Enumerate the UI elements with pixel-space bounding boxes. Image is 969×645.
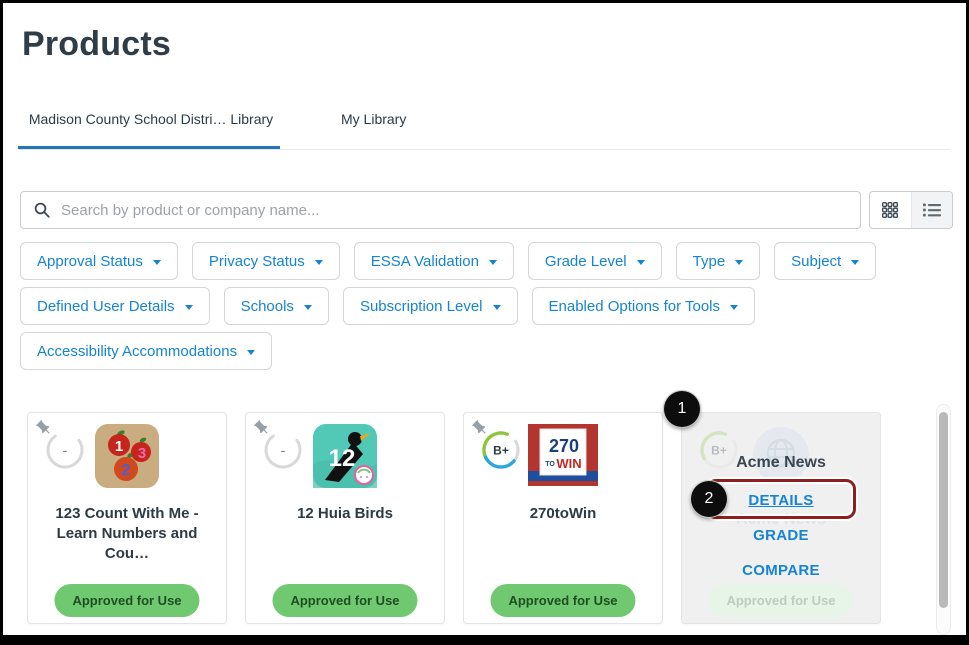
chevron-down-icon: [730, 304, 739, 310]
filter-subject[interactable]: Subject: [774, 242, 877, 280]
product-card-123-count[interactable]: - 1 3 2 123 Count With Me - Learn Number…: [27, 412, 227, 624]
filter-label: ESSA Validation: [370, 252, 479, 270]
icon-text-to: TO: [545, 461, 555, 468]
product-title[interactable]: 270toWin: [472, 504, 654, 524]
scrollbar-track[interactable]: [936, 404, 951, 635]
filter-label: Privacy Status: [208, 252, 305, 270]
grade-gauge: -: [261, 428, 305, 477]
page-title: Products: [22, 25, 171, 63]
grade-value: -: [281, 442, 286, 458]
product-title[interactable]: 12 Huia Birds: [254, 504, 436, 524]
tab-my-library[interactable]: My Library: [341, 111, 406, 127]
filter-schools[interactable]: Schools: [223, 287, 329, 325]
grade-link[interactable]: GRADE: [682, 527, 880, 544]
filter-subscription-level[interactable]: Subscription Level: [342, 287, 518, 325]
chevron-down-icon: [488, 259, 497, 265]
callout-badge-1: 1: [664, 391, 700, 427]
icon-text-270: 270: [549, 436, 579, 456]
compare-link[interactable]: COMPARE: [682, 562, 880, 579]
filter-accessibility-accommodations[interactable]: Accessibility Accommodations: [20, 332, 273, 370]
product-title: Acme News: [736, 454, 826, 471]
filter-row-2: Defined User Details Schools Subscriptio…: [20, 287, 756, 325]
grade-gauge: B+: [479, 428, 523, 477]
callout-badge-2: 2: [691, 481, 727, 517]
icon-number: 12: [329, 445, 356, 472]
filter-essa-validation[interactable]: ESSA Validation: [353, 242, 514, 280]
chevron-down-icon: [303, 304, 312, 310]
filter-row-3: Accessibility Accommodations: [20, 332, 273, 370]
app-icon-12-huia-birds: 12: [313, 424, 377, 493]
chevron-down-icon: [314, 259, 323, 265]
scrollbar-thumb[interactable]: [939, 412, 948, 608]
product-card-270towin[interactable]: B+ 270 TO WIN 270toWin Approved for Use: [463, 412, 663, 624]
tabs-divider: [18, 149, 950, 150]
filter-label: Enabled Options for Tools: [548, 297, 721, 315]
filter-row-1: Approval Status Privacy Status ESSA Vali…: [20, 242, 877, 280]
search-box[interactable]: [20, 191, 861, 229]
filter-type[interactable]: Type: [675, 242, 761, 280]
icon-digit-2: 2: [122, 462, 131, 479]
chevron-down-icon: [851, 259, 860, 265]
grid-view-icon: [881, 201, 899, 219]
filter-label: Accessibility Accommodations: [37, 342, 238, 360]
screenshot-frame: Products Madison County School Distri… L…: [0, 0, 969, 645]
chevron-down-icon: [735, 259, 744, 265]
filter-label: Grade Level: [544, 252, 627, 270]
grade-value: B+: [493, 444, 509, 458]
grade-gauge: -: [43, 428, 87, 477]
tab-district-library[interactable]: Madison County School Distri… Library: [20, 111, 282, 127]
filter-privacy-status[interactable]: Privacy Status: [191, 242, 340, 280]
filter-enabled-options-for-tools[interactable]: Enabled Options for Tools: [531, 287, 756, 325]
filter-label: Defined User Details: [37, 297, 175, 315]
filter-label: Subscription Level: [359, 297, 483, 315]
list-view-icon: [922, 201, 942, 219]
icon-text-win: WIN: [556, 456, 581, 471]
product-card-12-huia-birds[interactable]: - 12 12 Huia Birds Approved for Use: [245, 412, 445, 624]
search-input[interactable]: [61, 201, 848, 219]
approval-status-badge-faded: Approved for Use: [708, 584, 854, 617]
chevron-down-icon: [152, 259, 161, 265]
filter-label: Subject: [791, 252, 842, 270]
chevron-down-icon: [184, 304, 193, 310]
icon-digit-3: 3: [138, 445, 146, 462]
grid-view-button[interactable]: [870, 192, 911, 228]
products-page: Products Madison County School Distri… L…: [3, 3, 966, 635]
approval-status-badge[interactable]: Approved for Use: [54, 584, 200, 617]
search-icon: [33, 201, 51, 219]
view-toggle: [869, 191, 953, 229]
filter-approval-status[interactable]: Approval Status: [20, 242, 178, 280]
filter-label: Approval Status: [37, 252, 143, 270]
app-icon-270towin: 270 TO WIN: [528, 424, 598, 491]
chevron-down-icon: [636, 259, 645, 265]
product-card-grid: - 1 3 2 123 Count With Me - Learn Number…: [27, 412, 881, 624]
app-icon-123-count: 1 3 2: [95, 424, 159, 493]
chevron-down-icon: [247, 349, 256, 355]
filter-grade-level[interactable]: Grade Level: [527, 242, 662, 280]
list-view-button[interactable]: [910, 192, 952, 228]
product-title[interactable]: 123 Count With Me - Learn Numbers and Co…: [36, 504, 218, 564]
filter-label: Type: [692, 252, 726, 270]
approval-status-badge[interactable]: Approved for Use: [490, 584, 636, 617]
filter-label: Schools: [240, 297, 294, 315]
icon-digit-1: 1: [115, 438, 123, 455]
filter-defined-user-details[interactable]: Defined User Details: [20, 287, 210, 325]
chevron-down-icon: [492, 304, 501, 310]
approval-status-badge[interactable]: Approved for Use: [272, 584, 418, 617]
grade-value: -: [63, 442, 68, 458]
product-card-acme-news[interactable]: B+ Acme News Acme News DETAILS GRADE COM…: [681, 412, 881, 624]
